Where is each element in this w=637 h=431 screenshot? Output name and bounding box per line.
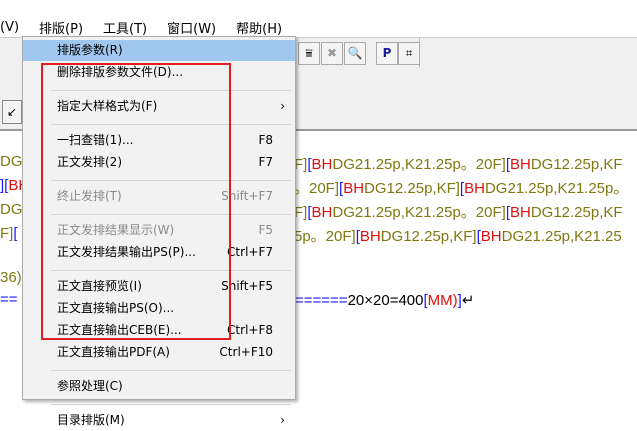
menu-item[interactable]: 参照处理(C) (23, 376, 295, 397)
document-line-right: F][BHDG21.25p,K21.25p。20F][BHDG12.25p,KF (294, 201, 623, 222)
menu-separator (51, 370, 291, 371)
text-segment: ↵ (461, 292, 475, 309)
grid-preview-icon[interactable]: ⌗ (398, 42, 420, 65)
text-segment: 36) (0, 269, 22, 286)
document-line-right: F][BHDG21.25p,K21.25p。20F][BHDG12.25p,KF (294, 153, 623, 174)
text-segment: F] (294, 204, 308, 221)
document-line-left: == (0, 291, 18, 308)
menu-item[interactable]: 排版参数(R) (23, 40, 295, 61)
cancel-print-icon[interactable]: ✖ (321, 42, 343, 65)
text-segment: BH (343, 180, 365, 197)
text-segment: F] (0, 225, 14, 242)
text-segment: BH (464, 180, 485, 197)
text-segment: [ (13, 225, 18, 242)
text-segment: DG21.25p,K21.25p。20F] (332, 204, 506, 221)
text-segment: BH (311, 204, 333, 221)
text-segment: BH (509, 204, 531, 221)
document-line-left: F][ (0, 225, 18, 242)
menubar: (V) 排版(P) 工具(T) 窗口(W) 帮助(H) (0, 16, 302, 38)
document-line-right: 。20F][BHDG12.25p,KF][BHDG21.25p,K21.25p。 (294, 177, 628, 198)
arrow-down-left-button[interactable]: ↙ (2, 100, 22, 124)
print-setup-icon[interactable]: ⩸ (298, 42, 320, 65)
menu-view[interactable]: (V) (0, 20, 19, 35)
menu-item-shortcut: F8 (258, 133, 273, 147)
submenu-arrow-icon: › (280, 99, 285, 113)
text-segment: 。20F] (294, 180, 340, 197)
menu-tools[interactable]: 工具(T) (103, 18, 147, 37)
text-segment: F] (294, 156, 308, 173)
menu-item-shortcut: F7 (258, 155, 273, 169)
document-line-left: 36) (0, 269, 22, 286)
text-segment: ====== (295, 292, 348, 309)
menu-help[interactable]: 帮助(H) (236, 18, 282, 37)
text-segment: BH (480, 228, 502, 245)
menu-item[interactable]: 正文直接输出PDF(A) Ctrl+F10 (23, 342, 295, 363)
document-line-right: 5p。20F][BHDG12.25p,KF][BHDG21.25p,K21.25 (294, 225, 622, 246)
submenu-arrow-icon: › (280, 413, 285, 427)
text-segment: DG21.25p,K21.25 (501, 228, 622, 245)
text-segment: BH (311, 156, 333, 173)
text-segment: DG21.25p,K21.25p。 (484, 180, 629, 197)
menu-item[interactable]: 目录排版(M) › (23, 410, 295, 431)
text-segment: DG12.25p,KF (530, 204, 623, 221)
document-line-right: ======20×20=400[MM)]↵ (295, 291, 474, 309)
text-segment: BH (359, 228, 381, 245)
text-segment: 5p。20F] (294, 228, 356, 245)
menu-item-shortcut: Ctrl+F8 (227, 323, 273, 337)
menu-item-label: 排版参数(R) (57, 43, 123, 57)
menu-window[interactable]: 窗口(W) (167, 18, 216, 37)
menu-typeset[interactable]: 排版(P) (39, 18, 83, 37)
text-segment: DG12.25p,KF] (364, 180, 460, 197)
text-segment: DG12.25p,KF] (380, 228, 477, 245)
highlight-annotation-box (41, 63, 231, 340)
text-segment: DG12.25p,KF (530, 156, 623, 173)
ps-output-icon[interactable]: P (376, 42, 398, 65)
text-segment: MM) (427, 292, 458, 309)
menu-item-label: 正文直接输出PDF(A) (57, 345, 170, 359)
menu-item-label: 目录排版(M) (57, 413, 125, 427)
menu-item-label: 参照处理(C) (57, 379, 123, 393)
preview-icon[interactable]: 🔍 (344, 42, 366, 65)
menu-separator (51, 404, 291, 405)
text-segment: == (0, 291, 18, 308)
text-segment: DG21.25p,K21.25p。20F] (332, 156, 506, 173)
menu-item-shortcut: F5 (258, 223, 273, 237)
text-segment: 20×20=400 (347, 292, 424, 309)
menu-item-shortcut: Ctrl+F7 (227, 245, 273, 259)
menu-item-shortcut: Ctrl+F10 (219, 345, 273, 359)
text-segment: BH (509, 156, 531, 173)
